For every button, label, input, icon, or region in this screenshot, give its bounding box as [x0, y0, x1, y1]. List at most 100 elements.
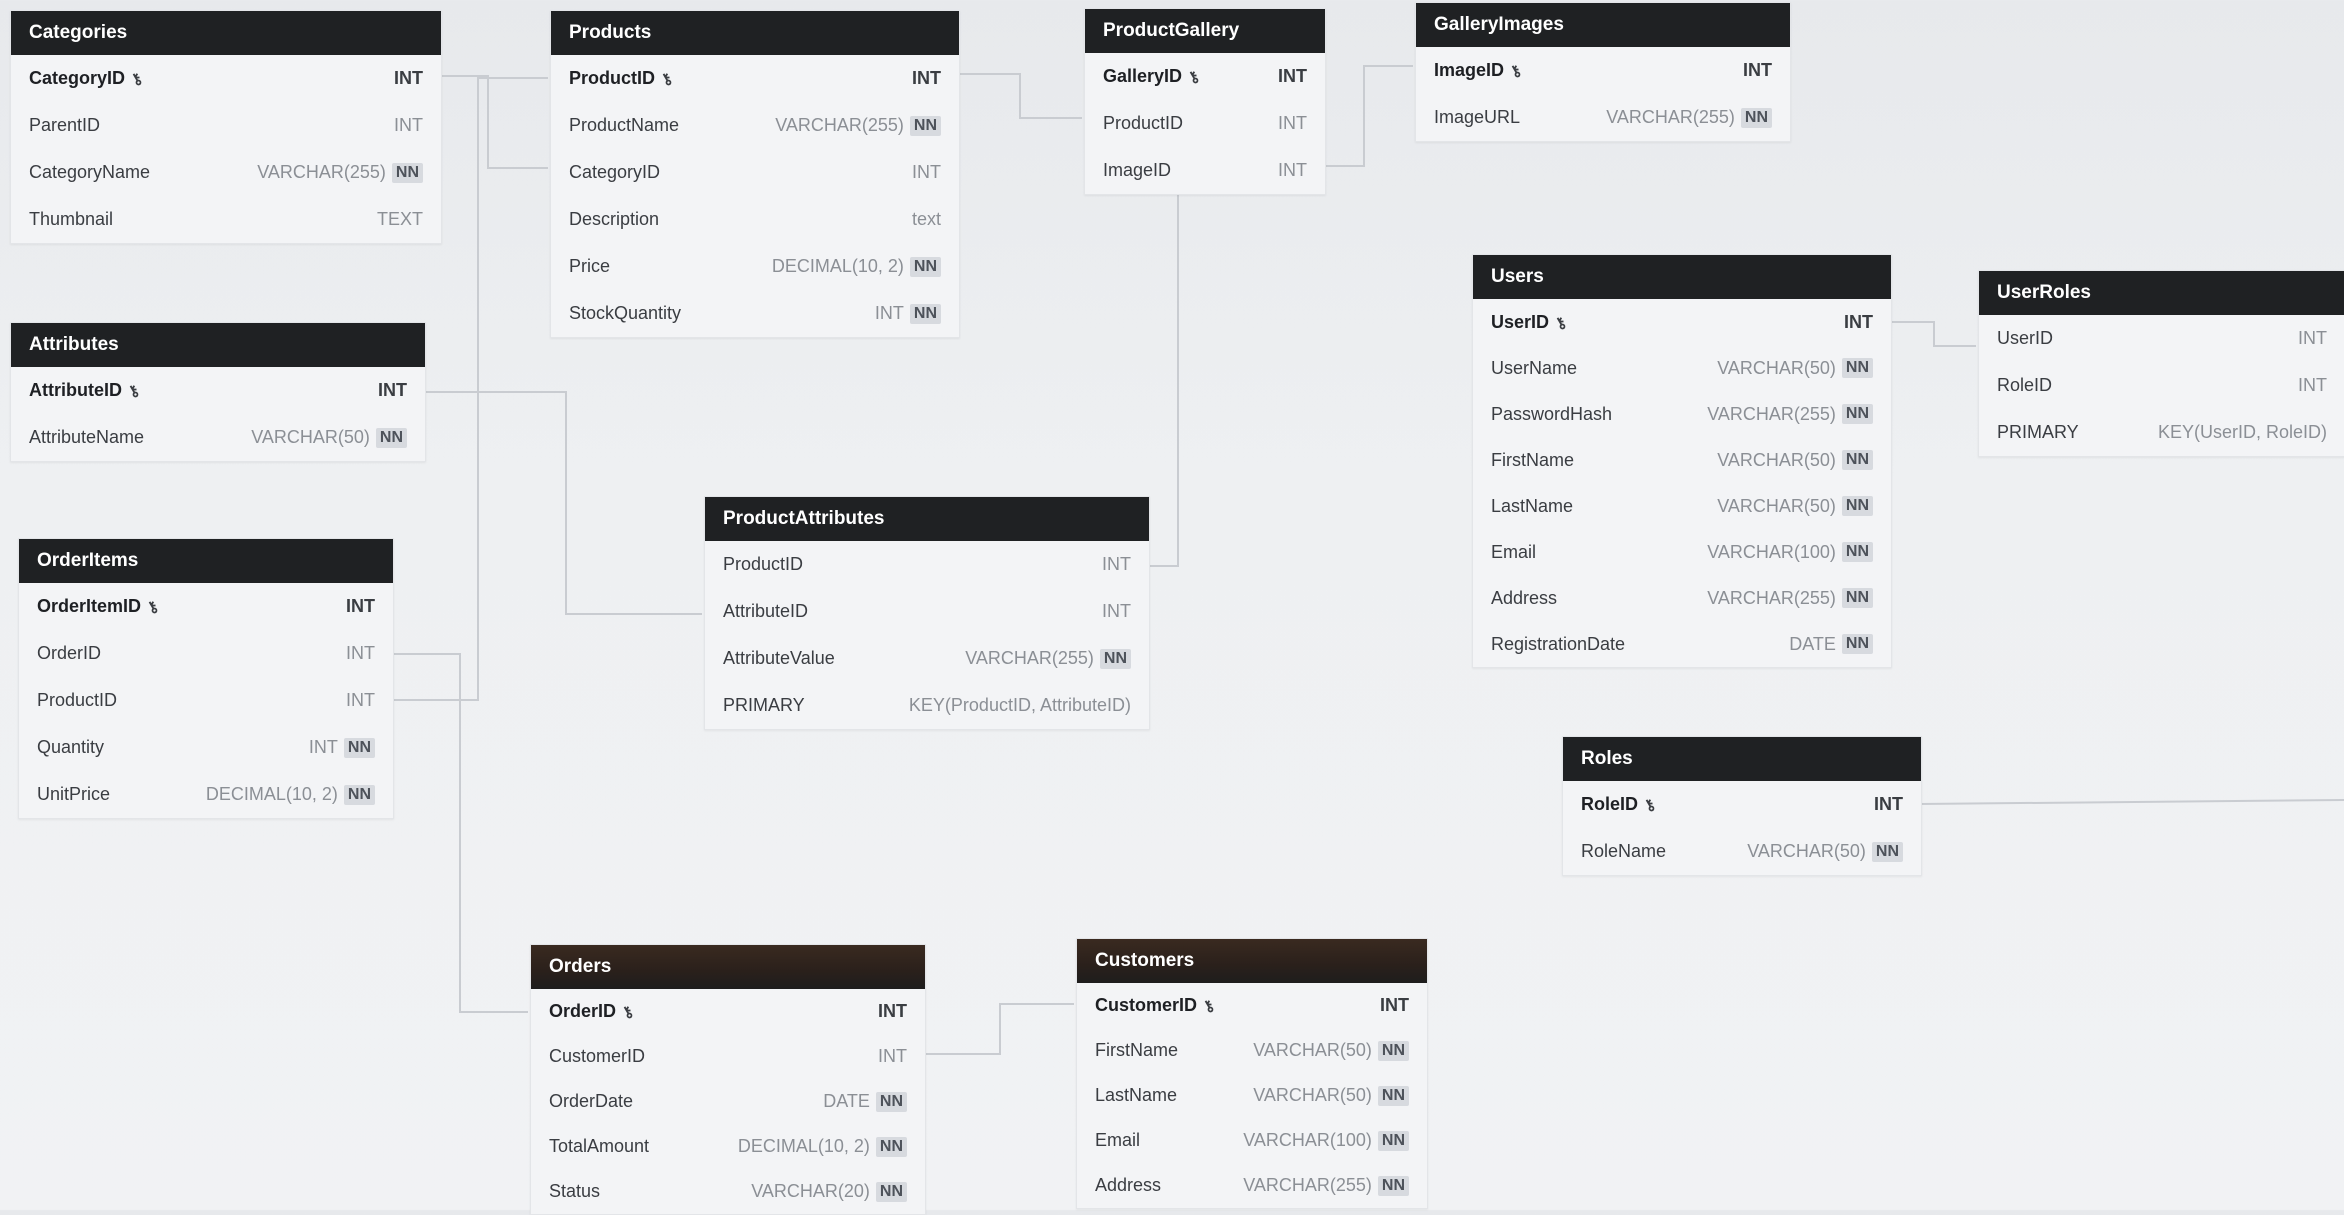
column-row[interactable]: CategoryID INT — [551, 149, 959, 196]
table-header[interactable]: GalleryImages — [1416, 3, 1790, 47]
column-row[interactable]: CategoryID ⚷ INT — [11, 55, 441, 102]
column-row[interactable]: RoleID INT — [1979, 362, 2344, 409]
table-productattributes[interactable]: ProductAttributes ProductID INT Attribut… — [704, 496, 1150, 730]
column-name: Email — [1095, 1130, 1141, 1150]
not-null-badge: NN — [391, 162, 423, 183]
column-row[interactable]: ProductID INT — [705, 541, 1149, 588]
not-null-badge: NN — [875, 1136, 907, 1157]
column-row[interactable]: AttributeID ⚷ INT — [11, 367, 425, 414]
table-productgallery[interactable]: ProductGallery GalleryID ⚷ INT ProductID … — [1084, 8, 1326, 195]
column-row[interactable]: Email VARCHAR(100) NN — [1473, 529, 1891, 575]
column-row[interactable]: FirstName VARCHAR(50) NN — [1077, 1028, 1427, 1073]
column-name: FirstName — [1491, 449, 1575, 470]
column-row[interactable]: UnitPrice DECIMAL(10, 2) NN — [19, 771, 393, 818]
column-row[interactable]: ProductID ⚷ INT — [551, 55, 959, 102]
column-type: VARCHAR(255) — [1707, 403, 1836, 424]
column-type: INT — [346, 690, 375, 710]
table-header[interactable]: Products — [551, 11, 959, 55]
column-row[interactable]: ImageID ⚷ INT — [1416, 47, 1790, 94]
table-header[interactable]: ProductGallery — [1085, 9, 1325, 53]
key-icon: ⚷ — [618, 1002, 637, 1022]
table-userroles[interactable]: UserRoles UserID INT RoleID INT PRIMARY … — [1978, 270, 2344, 457]
column-row[interactable]: TotalAmount DECIMAL(10, 2) NN — [531, 1124, 925, 1169]
table-header[interactable]: Orders — [531, 945, 925, 989]
column-row[interactable]: UserID INT — [1979, 315, 2344, 362]
table-header[interactable]: Roles — [1563, 737, 1921, 781]
table-products[interactable]: Products ProductID ⚷ INT ProductName VARC… — [550, 10, 960, 338]
column-name: Description — [569, 209, 660, 229]
column-type: INT — [1380, 995, 1409, 1015]
column-row[interactable]: Description text — [551, 196, 959, 243]
table-categories[interactable]: Categories CategoryID ⚷ INT ParentID INT … — [10, 10, 442, 244]
column-row[interactable]: CustomerID ⚷ INT — [1077, 983, 1427, 1028]
table-header[interactable]: UserRoles — [1979, 271, 2344, 315]
column-name: AttributeID — [723, 601, 809, 621]
table-header[interactable]: Customers — [1077, 939, 1427, 983]
column-name: ProductID — [723, 554, 804, 574]
column-row[interactable]: LastName VARCHAR(50) NN — [1077, 1073, 1427, 1118]
column-row[interactable]: ParentID INT — [11, 102, 441, 149]
column-row[interactable]: OrderID ⚷ INT — [531, 989, 925, 1034]
column-row[interactable]: Status VARCHAR(20) NN — [531, 1169, 925, 1214]
column-row[interactable]: PRIMARY KEY(ProductID, AttributeID) — [705, 682, 1149, 729]
column-name: OrderItemID ⚷ — [37, 596, 346, 617]
column-row[interactable]: Thumbnail TEXT — [11, 196, 441, 243]
column-row[interactable]: UserID ⚷ INT — [1473, 299, 1891, 345]
column-row[interactable]: ProductName VARCHAR(255) NN — [551, 102, 959, 149]
column-row[interactable]: Quantity INT NN — [19, 724, 393, 771]
column-row[interactable]: Price DECIMAL(10, 2) NN — [551, 243, 959, 290]
column-name-text: RoleID — [1581, 794, 1639, 814]
column-row[interactable]: ProductID INT — [1085, 100, 1325, 147]
column-row[interactable]: Address VARCHAR(255) NN — [1077, 1163, 1427, 1208]
table-orderitems[interactable]: OrderItems OrderItemID ⚷ INT OrderID INT … — [18, 538, 394, 819]
column-row[interactable]: AttributeName VARCHAR(50) NN — [11, 414, 425, 461]
not-null-badge: NN — [909, 115, 941, 136]
column-row[interactable]: AttributeValue VARCHAR(255) NN — [705, 635, 1149, 682]
column-row[interactable]: OrderDate DATE NN — [531, 1079, 925, 1124]
column-row[interactable]: GalleryID ⚷ INT — [1085, 53, 1325, 100]
column-row[interactable]: LastName VARCHAR(50) NN — [1473, 483, 1891, 529]
column-row[interactable]: PasswordHash VARCHAR(255) NN — [1473, 391, 1891, 437]
relationship-line-users-to-userroles — [1890, 321, 1976, 347]
column-name: CategoryID ⚷ — [29, 68, 394, 89]
table-header[interactable]: ProductAttributes — [705, 497, 1149, 541]
table-orders[interactable]: Orders OrderID ⚷ INT CustomerID INT Order… — [530, 944, 926, 1215]
column-row[interactable]: PRIMARY KEY(UserID, RoleID) — [1979, 409, 2344, 456]
column-row[interactable]: RoleName VARCHAR(50) NN — [1563, 828, 1921, 875]
column-row[interactable]: ImageID INT — [1085, 147, 1325, 194]
column-type: INT — [874, 303, 904, 323]
table-attributes[interactable]: Attributes AttributeID ⚷ INT AttributeNam… — [10, 322, 426, 462]
column-row[interactable]: Email VARCHAR(100) NN — [1077, 1118, 1427, 1163]
column-name: StockQuantity — [569, 303, 682, 323]
column-type: VARCHAR(50) — [1717, 495, 1836, 516]
column-row[interactable]: ProductID INT — [19, 677, 393, 724]
column-row[interactable]: AttributeID INT — [705, 588, 1149, 635]
column-row[interactable]: UserName VARCHAR(50) NN — [1473, 345, 1891, 391]
table-roles[interactable]: Roles RoleID ⚷ INT RoleName VARCHAR(50) N… — [1562, 736, 1922, 876]
table-galleryimages[interactable]: GalleryImages ImageID ⚷ INT ImageURL VARC… — [1415, 2, 1791, 142]
column-name: UserID ⚷ — [1491, 312, 1844, 333]
not-null-badge: NN — [375, 427, 407, 448]
column-name-text: GalleryID — [1103, 66, 1183, 86]
table-header[interactable]: Users — [1473, 255, 1891, 299]
table-customers[interactable]: Customers CustomerID ⚷ INT FirstName VARC… — [1076, 938, 1428, 1209]
table-header[interactable]: OrderItems — [19, 539, 393, 583]
table-header[interactable]: Attributes — [11, 323, 425, 367]
column-row[interactable]: StockQuantity INT NN — [551, 290, 959, 337]
column-row[interactable]: RoleID ⚷ INT — [1563, 781, 1921, 828]
column-name: UserID — [1997, 328, 2054, 348]
column-type: DATE — [1789, 633, 1836, 654]
column-row[interactable]: Address VARCHAR(255) NN — [1473, 575, 1891, 621]
column-row[interactable]: OrderID INT — [19, 630, 393, 677]
column-row[interactable]: RegistrationDate DATE NN — [1473, 621, 1891, 667]
key-icon: ⚷ — [1551, 312, 1570, 333]
column-row[interactable]: ImageURL VARCHAR(255) NN — [1416, 94, 1790, 141]
column-row[interactable]: CustomerID INT — [531, 1034, 925, 1079]
table-header[interactable]: Categories — [11, 11, 441, 55]
column-type: VARCHAR(50) — [1253, 1040, 1372, 1060]
column-type: VARCHAR(100) — [1707, 541, 1836, 562]
table-users[interactable]: Users UserID ⚷ INT UserName VARCHAR(50) N… — [1472, 254, 1892, 668]
column-row[interactable]: CategoryName VARCHAR(255) NN — [11, 149, 441, 196]
column-row[interactable]: OrderItemID ⚷ INT — [19, 583, 393, 630]
column-row[interactable]: FirstName VARCHAR(50) NN — [1473, 437, 1891, 483]
